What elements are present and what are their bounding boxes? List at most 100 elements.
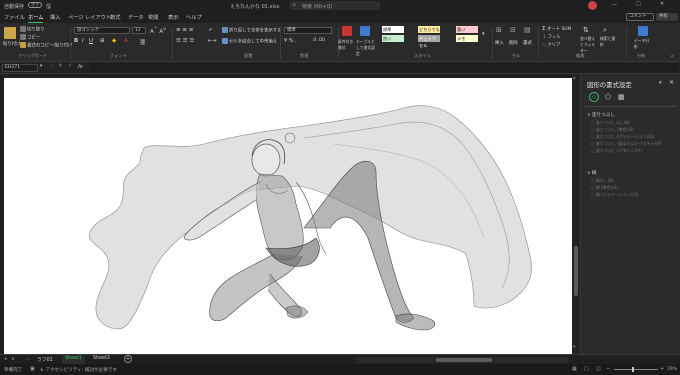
find-select-button[interactable]: 検索と選択 [600,36,618,48]
sheet-tab-rough01[interactable]: ラフ01 [34,356,56,364]
tab-formulas[interactable]: 数式 [110,14,120,21]
italic-button[interactable]: I [82,38,84,44]
decimal-icon[interactable]: .0 .00 [312,38,325,43]
clear-button[interactable]: ◇ クリア [542,42,560,48]
line-option-solid[interactable]: ○ 線 (単色)(S) [591,185,638,192]
analyze-data-icon[interactable] [638,26,648,36]
size-tab-icon[interactable]: ▦ [618,93,625,101]
font-size-select[interactable]: 11 [132,27,146,34]
styles-more-icon[interactable]: ▾ [482,31,485,37]
format-cells-icon[interactable]: ▤ [524,26,531,34]
insert-cells-button[interactable]: 挿入 [495,40,504,46]
conditional-format-icon[interactable] [342,26,352,36]
close-icon[interactable]: ✕ [660,1,664,7]
tab-review[interactable]: 校閲 [148,14,158,21]
page-break-view-icon[interactable]: ◫ [596,366,601,372]
scroll-up-icon[interactable]: ▴ [573,75,576,81]
accessibility-status[interactable]: ♿ アクセシビリティ: 検討が必要です [40,367,117,373]
sheet-tab-sheet2[interactable]: Sheet2 [90,356,113,364]
wrap-text-button[interactable]: 折り返して全体を表示する [222,27,282,34]
name-box-dropdown-icon[interactable]: ▾ [40,64,42,69]
sort-filter-icon[interactable]: ⇅ [583,26,589,34]
zoom-in-icon[interactable]: + [660,366,664,372]
pane-options-icon[interactable]: ▾ [659,80,662,86]
delete-cells-icon[interactable]: ⊟ [510,26,516,34]
insert-cells-icon[interactable]: ⊞ [496,26,502,34]
line-section-toggle[interactable]: ∨ 線 [587,170,596,176]
tab-next-icon[interactable]: ▸ [12,356,15,362]
tab-help[interactable]: ヘルプ [186,14,202,21]
fill-line-tab-icon[interactable]: ◇ [589,92,599,102]
add-sheet-icon[interactable]: + [124,355,132,363]
horizontal-scroll-thumb[interactable] [436,358,492,362]
table-format-icon[interactable] [360,26,370,36]
number-format-select[interactable]: 標準 [284,27,332,34]
fill-option-gradient[interactable]: ○ 塗りつぶし (グラデーション)(G) [591,134,662,141]
macro-icon[interactable]: ▣ [30,366,35,372]
paste-button[interactable]: 貼り付け [3,41,21,47]
sheet-tab-sheet1[interactable]: Sheet1 [62,356,85,364]
analyze-data-button[interactable]: データ分析 [634,38,652,50]
minimize-icon[interactable]: — [612,2,617,8]
drawing-canvas[interactable] [4,78,572,354]
fill-option-pattern[interactable]: ○ 塗りつぶし (パターン)(A) [591,148,662,155]
fx-icon[interactable]: fx [78,64,83,70]
style-bad[interactable]: 悪い [456,26,478,33]
currency-icon[interactable]: ¥ % , [284,38,297,44]
avatar[interactable] [588,1,597,10]
style-good[interactable]: 良い [382,35,404,42]
autosum-button[interactable]: Σ オート SUM [542,26,571,32]
zoom-slider-thumb[interactable] [632,367,634,372]
tab-view[interactable]: 表示 [168,14,178,21]
maximize-icon[interactable]: □ [636,1,641,7]
horizontal-scrollbar[interactable] [356,357,568,363]
zoom-out-icon[interactable]: − [606,366,610,372]
font-grow-icon[interactable]: A^ Av [150,27,166,35]
format-cells-button[interactable]: 書式 [523,40,532,46]
effects-tab-icon[interactable]: ⬠ [605,93,611,101]
fill-option-picture[interactable]: ○ 塗りつぶし (図またはテクスチャ)(P) [591,141,662,148]
fill-section-toggle[interactable]: ∨ 塗りつぶし [587,112,615,118]
share-button[interactable]: 共有 [656,13,678,21]
fill-button[interactable]: ↓ フィル [542,34,561,40]
style-normal[interactable]: 標準 [382,26,404,33]
page-layout-view-icon[interactable]: □ [584,366,589,372]
enter-icon[interactable]: ✓ [68,63,73,69]
conditional-format-button[interactable]: 条件付き書式 [338,39,356,51]
vertical-scrollbar[interactable]: ▴ ▾ [572,74,580,354]
sort-filter-button[interactable]: 並べ替えとフィルター [580,36,598,54]
vertical-scroll-thumb[interactable] [574,246,578,296]
tab-home[interactable]: ホーム [28,14,44,23]
tab-prev-icon[interactable]: ◂ [4,356,7,362]
style-neutral[interactable]: どちらでもない [418,26,440,39]
formula-input[interactable] [90,63,678,73]
line-option-none[interactable]: ○ 線なし(N) [591,178,638,185]
find-select-icon[interactable]: ⌕ [603,26,607,35]
align-left-icon[interactable]: ☰ ☰ ☰ [176,38,194,44]
bold-button[interactable]: B [74,38,78,44]
paste-icon[interactable] [4,27,16,39]
zoom-slider[interactable] [614,367,658,372]
tab-insert[interactable]: 挿入 [50,14,60,21]
style-check-cell[interactable]: チェック セル [418,35,440,48]
font-color-icon[interactable]: A [124,38,128,44]
save-icon[interactable]: 🖫 [46,2,51,12]
autosave-toggle[interactable]: オフ [28,2,42,8]
phonetic-icon[interactable]: 亜 [140,38,146,46]
cancel-icon[interactable]: ✕ [58,63,63,69]
name-box[interactable]: EH271 [2,64,38,72]
normal-view-icon[interactable]: ▦ [572,366,577,372]
underline-button[interactable]: U [89,38,93,44]
align-top-icon[interactable]: ≡ ≡ ≡ [176,27,193,33]
pane-close-icon[interactable]: ✕ [669,79,674,86]
cut-button[interactable]: 切り取り [20,26,45,33]
format-painter-button[interactable]: 書式のコピー/貼り付け [20,42,72,49]
delete-cells-button[interactable]: 削除 [509,40,518,46]
table-format-button[interactable]: テーブルとして書式設定 [356,39,378,57]
border-icon[interactable]: ⊞ [100,38,105,44]
sketch-drawing[interactable] [4,78,572,354]
tab-more-icon[interactable]: … [26,356,31,362]
tab-data[interactable]: データ [128,14,144,21]
fill-color-icon[interactable]: ◆ [112,38,116,44]
fill-option-none[interactable]: ○ 塗りつぶしなし(N) [591,120,662,127]
